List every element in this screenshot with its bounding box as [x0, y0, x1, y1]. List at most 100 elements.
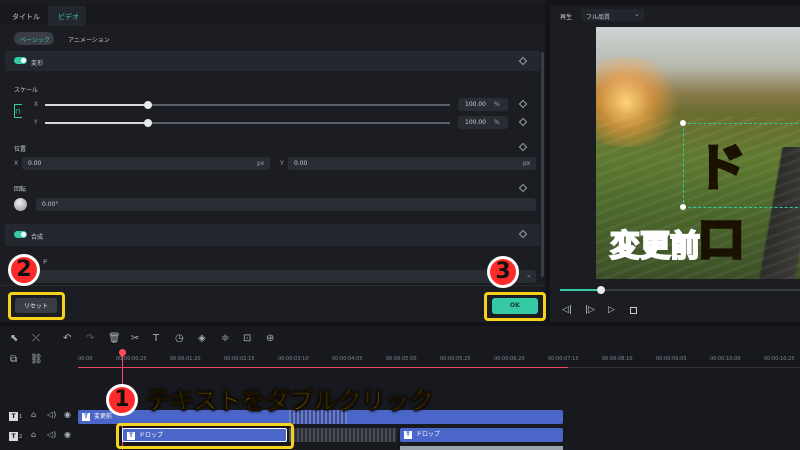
clip-drop-2[interactable]: T ドロップ — [400, 428, 563, 442]
composite-toggle[interactable] — [14, 231, 27, 238]
pos-y-input[interactable]: 0.00 — [288, 157, 536, 170]
track-2-visibility-icon[interactable]: ◉ — [64, 430, 71, 439]
properties-scrollbar[interactable] — [541, 52, 544, 277]
stop-icon[interactable] — [630, 307, 637, 314]
clip-text-icon: T — [82, 413, 90, 421]
scale-x-slider-knob[interactable] — [144, 101, 152, 109]
scale-y-axis-label: Y — [34, 119, 38, 126]
subtab-basic-label: ベーシック — [20, 37, 50, 44]
quality-chevron-icon: ⌄ — [634, 10, 640, 18]
rotation-input[interactable]: 0.00° — [36, 198, 536, 211]
add-track-icon[interactable]: ⧉ — [10, 354, 17, 365]
track-2-mute-icon[interactable]: ◁) — [47, 430, 56, 439]
rotation-label: 回転 — [14, 186, 27, 193]
callout-1-text: テキストをダブルクリック — [145, 387, 434, 416]
track-1-type-icon: T — [9, 412, 18, 421]
tick-label: 00:00:05:25 — [440, 356, 471, 362]
selection-handle-bl[interactable] — [680, 204, 686, 210]
pos-y-label: Y — [280, 160, 284, 167]
quality-value: フル品質 — [586, 14, 611, 21]
tick-label: 00:00:04:05 — [332, 356, 363, 362]
play-icon[interactable]: ▷ — [608, 305, 615, 315]
track-1-mute-icon[interactable]: ◁) — [47, 410, 56, 419]
track-1-visibility-icon[interactable]: ◉ — [64, 410, 71, 419]
tick-label: 00:00:08:10 — [602, 356, 633, 362]
redo-icon[interactable]: ↷ — [86, 333, 94, 344]
tick-label: 00:00:09:05 — [656, 356, 687, 362]
delete-icon[interactable]: 🗑 — [108, 333, 121, 344]
transform-toggle[interactable] — [14, 57, 27, 64]
rotation-value: 0.00° — [42, 201, 59, 208]
link-icon[interactable]: ⛓ — [30, 354, 43, 365]
tick-label: 00:00:02:15 — [224, 356, 255, 362]
clip-text-icon: T — [404, 431, 412, 439]
stabilize-icon[interactable]: ⊛ — [266, 333, 274, 344]
track-1-number: 1 — [19, 414, 23, 420]
color-icon[interactable]: ◈ — [198, 333, 206, 344]
pos-x-input[interactable]: 0.00 — [22, 157, 270, 170]
chevron-down-icon[interactable]: ⌄ — [526, 271, 532, 279]
blend-mode-label: ド — [42, 259, 49, 266]
playback-progress-fill — [560, 289, 601, 291]
ok-highlight — [484, 292, 546, 321]
track-2-number: 2 — [19, 434, 23, 440]
callout-3-badge: 3 — [487, 256, 519, 288]
clip-drop2-label: ドロップ — [416, 431, 441, 438]
tick-label: 00:00:05:00 — [386, 356, 417, 362]
composite-section-header — [5, 224, 540, 246]
cut-icon[interactable]: ✂ — [131, 333, 139, 344]
tab-video-label: ビデオ — [58, 13, 79, 21]
subtab-animation[interactable]: アニメーション — [68, 35, 110, 44]
rotation-dial-icon[interactable] — [14, 198, 27, 211]
text-icon[interactable]: T — [153, 333, 159, 344]
scale-x-unit: % — [494, 101, 500, 108]
blend-mode-dropdown[interactable] — [36, 270, 536, 283]
scale-x-input[interactable]: 100.00 — [458, 98, 508, 111]
tick-label: 00:00 — [78, 356, 93, 362]
track-2-lock-icon[interactable]: ⌂ — [31, 430, 36, 439]
pos-y-unit: px — [523, 160, 531, 167]
scale-x-value: 100.00 — [465, 101, 486, 108]
clip-highlight — [116, 423, 294, 449]
tick-label: 00:00:10:00 — [710, 356, 741, 362]
before-label: 変更前 — [609, 228, 701, 265]
tick-label: 00:00:07:15 — [548, 356, 579, 362]
pointer-icon[interactable]: ⬉ — [10, 333, 18, 344]
callout-2-badge: 2 — [8, 254, 40, 286]
crop-icon[interactable]: ⊡ — [243, 333, 251, 344]
pos-x-value: 0.00 — [28, 160, 42, 167]
tick-label: 00:00:10:25 — [764, 356, 795, 362]
scale-x-slider-fill — [45, 104, 148, 106]
tick-label: 00:00:03:10 — [278, 356, 309, 362]
transform-section-label: 変形 — [31, 60, 44, 67]
clip-stripe-segment — [289, 428, 397, 442]
pos-x-unit: px — [257, 160, 265, 167]
selection-handle-tl[interactable] — [680, 120, 686, 126]
callout-1-badge: 1 — [106, 384, 138, 416]
scale-y-slider-knob[interactable] — [144, 119, 152, 127]
scale-y-unit: % — [494, 119, 500, 126]
track-2-type-icon: T — [9, 432, 18, 441]
undo-icon[interactable]: ↶ — [63, 333, 71, 344]
tick-label: 00:00:06:20 — [494, 356, 525, 362]
adjust-icon[interactable]: ≑ — [221, 333, 229, 344]
tab-title[interactable]: タイトル — [12, 12, 40, 22]
playback-scrubber[interactable] — [597, 286, 605, 294]
playback-label: 再生 — [560, 14, 573, 21]
prev-frame-icon[interactable]: ◁| — [562, 305, 572, 315]
lock-glyph-icon: ⊓ — [15, 108, 21, 116]
scale-y-input[interactable]: 100.00 — [458, 116, 508, 129]
scale-x-axis-label: X — [34, 101, 39, 108]
pos-y-value: 0.00 — [294, 160, 308, 167]
razor-icon[interactable]: ⤫ — [32, 333, 40, 344]
tick-label: 00:00:00:25 — [116, 356, 147, 362]
scale-y-slider-fill — [45, 122, 148, 124]
tick-label: 00:00:01:20 — [170, 356, 201, 362]
next-frame-icon[interactable]: |▷ — [585, 305, 595, 315]
clip-bottom-partial — [400, 446, 563, 450]
properties-footer — [0, 285, 545, 322]
timer-icon[interactable]: ◷ — [175, 333, 184, 344]
track-1-lock-icon[interactable]: ⌂ — [31, 410, 36, 419]
scale-label: スケール — [14, 87, 39, 94]
transform-section-header — [5, 51, 540, 71]
